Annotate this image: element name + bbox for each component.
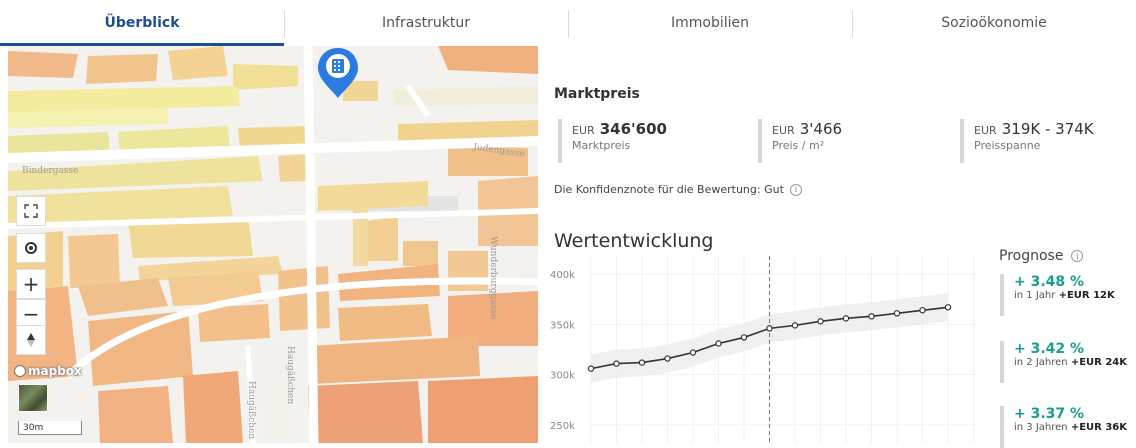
scale-bar: 30m [18,421,82,435]
forecast-amount: +EUR 12K [1058,290,1115,301]
kpi-market-price: EUR 346'600 Marktpreis [558,119,667,163]
forecast-period: in 2 Jahren [1014,357,1068,368]
kpi-price-per-sqm: EUR 3'466 Preis / m² [758,119,842,163]
map[interactable]: Bindergasse Judengasse Wunderburggasse H… [8,46,538,443]
kpi-value: 319K - 374K [1001,120,1094,138]
map-canvas [8,46,538,443]
currency: EUR [772,124,795,137]
data-point [919,307,926,314]
data-point [740,334,748,341]
market-price-heading: Marktpreis [554,86,640,102]
y-tick-label: 350k [550,320,575,331]
locate-button[interactable] [16,233,46,263]
satellite-toggle[interactable] [18,384,48,412]
street-label: Wunderburggasse [488,236,498,320]
tab-real-estate[interactable]: Immobilien [568,0,852,46]
forecast-heading: Prognose i [999,248,1084,264]
forecast-period: in 3 Jahren [1014,422,1068,433]
data-point [842,315,850,322]
y-tick-label: 300k [550,371,575,382]
confidence-note: Die Konfidenznote für die Bewertung: Gut… [554,183,802,196]
tab-overview[interactable]: Überblick [0,0,284,46]
street-label: Haugäßchen [285,346,295,405]
tab-socioeconomy[interactable]: Sozioökonomie [852,0,1136,46]
info-icon[interactable]: i [789,183,802,196]
forecast-item: + 3.48 % in 1 Jahr +EUR 12K [1000,274,1115,316]
kpi-label: Marktpreis [572,139,631,152]
currency: EUR [572,124,595,137]
y-tick-label: 250k [550,421,575,432]
data-point [944,304,952,311]
data-point [817,318,824,325]
data-point [791,322,799,329]
data-point [893,310,901,317]
forecast-amount: +EUR 24K [1070,357,1128,368]
tab-bar: Überblick Infrastruktur Immobilien Sozio… [0,0,1136,46]
data-point [638,359,646,366]
forecast-amount: +EUR 36K [1070,422,1128,433]
kpi-value: 3'466 [799,120,843,138]
forecast-percent: + 3.42 % [1014,341,1085,357]
street-label: Haugäßchen [246,381,256,440]
fullscreen-icon [24,204,38,218]
data-point [587,365,595,372]
kpi-label: Preis / m² [772,139,825,152]
value-chart: 400k 350k 300k 250k [550,256,978,443]
data-point [689,349,697,356]
fullscreen-button[interactable] [16,196,46,226]
value-development-title: Wertentwicklung [554,230,714,252]
forecast-title: Prognose [999,248,1064,264]
compass-button[interactable] [16,325,46,355]
kpi-price-range: EUR 319K - 374K Preisspanne [960,119,1094,163]
forecast-percent: + 3.48 % [1014,274,1085,290]
property-pin[interactable] [316,46,360,104]
info-icon[interactable]: i [1071,250,1084,262]
currency: EUR [974,124,997,137]
forecast-item: + 3.37 % in 3 Jahren +EUR 36K [1000,406,1127,448]
mapbox-logo[interactable]: mapbox [14,364,82,378]
zoom-out-icon: − [22,302,40,326]
building-icon [332,59,344,73]
y-tick-label: 400k [550,270,575,281]
locate-icon [25,242,37,254]
data-point [715,340,722,347]
zoom-in-icon: + [22,272,40,296]
valuation-panel: Marktpreis EUR 346'600 Marktpreis EUR 3'… [538,46,1136,448]
data-point [766,325,773,332]
forecast-period: in 1 Jahr [1014,290,1056,301]
tab-infrastructure[interactable]: Infrastruktur [284,0,568,46]
confidence-text: Die Konfidenznote für die Bewertung: Gut [554,183,784,196]
data-point [664,355,671,362]
forecast-percent: + 3.37 % [1014,406,1085,422]
compass-icon [27,333,35,347]
data-point [613,360,620,367]
data-point [868,313,875,320]
forecast-item: + 3.42 % in 2 Jahren +EUR 24K [1000,341,1127,383]
kpi-value: 346'600 [599,120,667,138]
street-label: Bindergasse [22,166,79,176]
zoom-in-button[interactable]: + [16,269,46,299]
kpi-label: Preisspanne [974,139,1041,152]
